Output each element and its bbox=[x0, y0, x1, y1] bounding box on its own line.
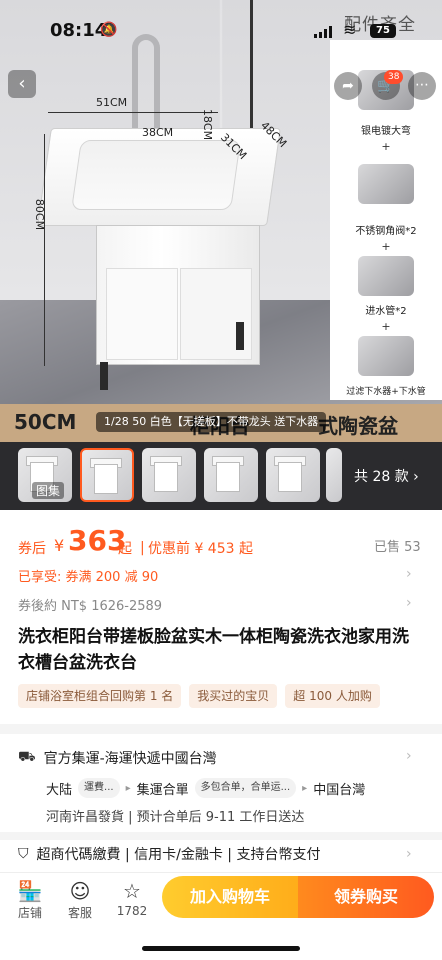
dim-basin-depth: 18CM bbox=[201, 108, 215, 141]
plus-icon: + bbox=[381, 320, 391, 333]
truck-icon: ⛟ bbox=[18, 749, 36, 765]
valve-icon bbox=[358, 164, 414, 204]
route-to: 中国台灣 bbox=[313, 782, 366, 798]
route-fee-pill: 運費... bbox=[78, 778, 120, 798]
chat-face-icon: ☺ bbox=[69, 879, 91, 903]
tag-ranking[interactable]: 店铺浴室柜组合回购第 1 名 bbox=[18, 684, 182, 708]
shield-check-icon: ⛉ bbox=[18, 846, 29, 862]
arrow-right-icon: ▸ bbox=[125, 782, 131, 794]
hose-icon bbox=[358, 256, 414, 296]
battery-indicator: 75 bbox=[370, 24, 396, 38]
bell-muted-icon: 🔕 bbox=[100, 22, 118, 38]
ntd-price-estimate[interactable]: 券後約 NT$ 1626-2589 bbox=[18, 595, 162, 614]
accessory-label: 进水管*2 bbox=[365, 306, 407, 317]
dimension-line bbox=[44, 134, 45, 366]
favorite-button[interactable]: ☆ 1782 bbox=[110, 878, 154, 918]
route-consolidate: 集運合單 bbox=[136, 782, 189, 798]
route-from: 大陆 bbox=[46, 782, 73, 798]
shipping-route: 大陆 運費... ▸ 集運合單 多包合单，合单运... ▸ 中国台灣 bbox=[46, 778, 365, 798]
favorite-count: 1782 bbox=[116, 904, 148, 918]
add-to-cart-button[interactable]: 加入购物车 bbox=[162, 876, 298, 918]
sink-basin-illustration bbox=[71, 140, 241, 210]
dimension-line bbox=[48, 112, 218, 113]
star-icon: ☆ bbox=[123, 879, 141, 903]
payment-text: 超商代碼繳費 | 信用卡/金融卡 | 支持台幣支付 bbox=[36, 847, 321, 863]
plus-icon: + bbox=[381, 140, 391, 153]
hero-caption-left: 50CM bbox=[14, 410, 77, 434]
back-button[interactable]: ‹ bbox=[8, 70, 36, 98]
thumbnail-variant-partial[interactable] bbox=[326, 448, 342, 502]
cabinet-leg bbox=[100, 362, 108, 390]
shop-icon: 🏪 bbox=[17, 879, 43, 903]
home-indicator bbox=[142, 946, 300, 951]
wifi-icon: ≋ bbox=[343, 20, 357, 39]
accessory-label: 银电镀大弯 bbox=[361, 126, 411, 137]
tag-added-to-cart[interactable]: 超 100 人加购 bbox=[285, 684, 380, 708]
product-hero-image[interactable]: 51CM 38CM 18CM 31CM 48CM 80CM 银电镀大弯 + 不锈… bbox=[0, 0, 442, 442]
product-title: 洗衣柜阳台带搓板脸盆实木一体柜陶瓷洗衣池家用洗衣槽台盆洗衣台 bbox=[18, 627, 409, 673]
price-suffix: 起 bbox=[118, 541, 132, 557]
dim-width-top: 51CM bbox=[96, 96, 128, 109]
share-button[interactable]: ➦ bbox=[334, 72, 362, 100]
variant-indicator: 1/28 50 白色【无搓板】不带龙头 送下水器 bbox=[96, 412, 327, 432]
chevron-right-icon[interactable]: › bbox=[406, 595, 412, 611]
currency-symbol: ¥ bbox=[54, 536, 65, 555]
more-options-button[interactable]: ⋯ bbox=[408, 72, 436, 100]
thumbnail-variant[interactable] bbox=[204, 448, 258, 502]
shop-label: 店铺 bbox=[17, 906, 42, 920]
signal-icon bbox=[314, 26, 332, 38]
accessory-label: 不锈钢角阀*2 bbox=[355, 226, 417, 237]
thumbnail-variant[interactable] bbox=[266, 448, 320, 502]
cart-count-badge: 38 bbox=[384, 70, 404, 84]
payment-methods[interactable]: ⛉ 超商代碼繳費 | 信用卡/金融卡 | 支持台幣支付 bbox=[18, 844, 320, 864]
cabinet-door-left bbox=[106, 268, 178, 360]
chevron-right-icon[interactable]: › bbox=[406, 846, 412, 862]
thumbnail-variant-selected[interactable] bbox=[80, 448, 134, 502]
original-price: 优惠前 ¥ 453 起 bbox=[148, 541, 253, 557]
cabinet-leg bbox=[236, 322, 244, 350]
clock: 08:14 bbox=[50, 20, 108, 41]
coupon-applied[interactable]: 已享受: 券满 200 减 90 bbox=[18, 566, 158, 585]
variant-count-link[interactable]: 共 28 款 › bbox=[354, 466, 419, 486]
plus-icon: + bbox=[381, 240, 391, 253]
thumbnail-variant[interactable] bbox=[142, 448, 196, 502]
shipping-eta: 河南许昌發貨 | 预计合单后 9-11 工作日送达 bbox=[46, 810, 305, 825]
buy-now-button[interactable]: 领券购买 bbox=[298, 876, 434, 918]
service-label: 客服 bbox=[67, 906, 92, 920]
gallery-label: 图集 bbox=[32, 482, 65, 499]
price-label: 券后 bbox=[18, 541, 46, 557]
shipping-method[interactable]: ⛟ 官方集運-海運快遞中國台灣 bbox=[18, 748, 217, 768]
shipping-title: 官方集運-海運快遞中國台灣 bbox=[43, 751, 217, 767]
product-tags: 店铺浴室柜组合回购第 1 名 我买过的宝贝 超 100 人加购 bbox=[18, 684, 380, 708]
shop-button[interactable]: 🏪 店铺 bbox=[8, 878, 52, 921]
chevron-right-icon[interactable]: › bbox=[406, 748, 412, 764]
dim-basin-width: 38CM bbox=[142, 126, 174, 139]
customer-service-button[interactable]: ☺ 客服 bbox=[58, 878, 102, 921]
tag-purchased[interactable]: 我买过的宝贝 bbox=[189, 684, 278, 708]
price-divider: | bbox=[140, 540, 145, 556]
chevron-right-icon[interactable]: › bbox=[406, 566, 412, 582]
status-bar: 08:14 🔕 配件齐全 ≋ 75 bbox=[0, 0, 442, 56]
accessory-label: 过滤下水器+下水管 bbox=[346, 387, 426, 397]
arrow-right-icon: ▸ bbox=[302, 782, 308, 794]
dim-height: 80CM bbox=[33, 198, 47, 231]
sold-count: 已售 53 bbox=[374, 540, 421, 555]
route-consolidate-pill: 多包合单，合单运... bbox=[194, 778, 297, 798]
hero-caption-right: 式陶瓷盆 bbox=[318, 414, 398, 438]
drain-icon bbox=[358, 336, 414, 376]
